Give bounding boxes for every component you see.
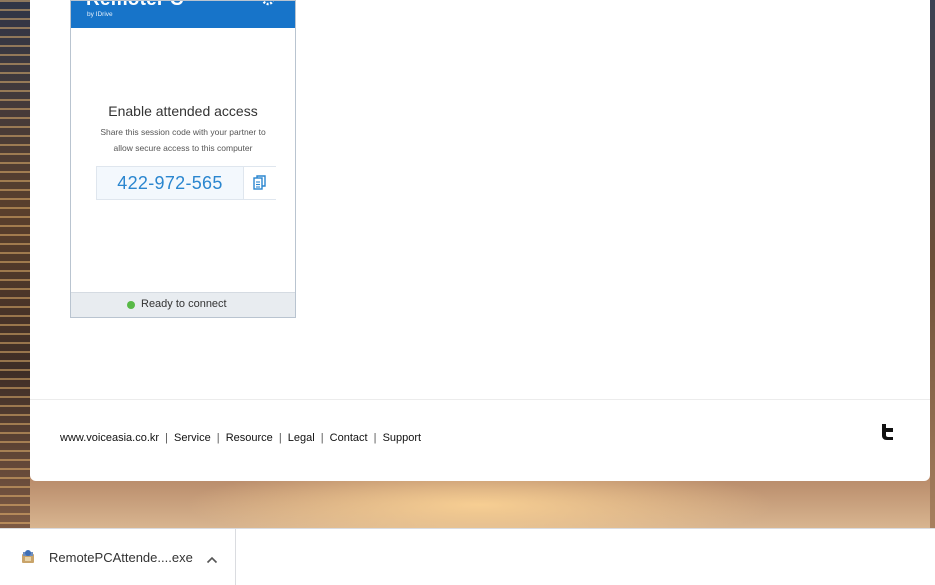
gear-icon[interactable]: [261, 1, 285, 9]
brand-logo-text: RemotePC: [86, 1, 184, 11]
session-code-box: 422-972-565: [96, 166, 277, 200]
footer-separator: |: [320, 432, 324, 444]
chevron-up-icon[interactable]: [206, 552, 218, 564]
status-text: Ready to connect: [141, 298, 227, 310]
footer-separator: |: [216, 432, 220, 444]
widget-header: RemotePC by IDrive: [71, 1, 295, 28]
copy-code-button[interactable]: [243, 167, 277, 199]
footer-link-legal[interactable]: Legal: [288, 432, 315, 444]
footer-separator: |: [373, 432, 377, 444]
description-line-1: Share this session code with your partne…: [100, 127, 266, 137]
download-file-name: RemotePCAttende....exe: [49, 550, 193, 565]
brand-subtitle: by IDrive: [87, 11, 113, 18]
footer-link-resource[interactable]: Resource: [226, 432, 273, 444]
footer-divider: [30, 399, 930, 400]
footer-link-contact[interactable]: Contact: [330, 432, 368, 444]
description-line-2: allow secure access to this computer: [113, 143, 253, 153]
status-indicator-icon: [127, 301, 135, 309]
installer-icon: [20, 549, 36, 565]
download-item[interactable]: RemotePCAttende....exe: [0, 529, 236, 585]
page-card: RemotePC by IDrive Enable attended acces…: [30, 0, 930, 481]
download-bar: RemotePCAttende....exe: [0, 528, 935, 585]
remotepc-widget: RemotePC by IDrive Enable attended acces…: [70, 0, 296, 318]
footer-link-service[interactable]: Service: [174, 432, 211, 444]
twitter-icon[interactable]: [880, 423, 896, 441]
footer-link-home[interactable]: www.voiceasia.co.kr: [60, 432, 159, 444]
session-code: 422-972-565: [117, 173, 223, 193]
status-bar: Ready to connect: [71, 292, 295, 317]
enable-access-title: Enable attended access: [108, 103, 258, 119]
footer-links: www.voiceasia.co.kr | Service | Resource…: [60, 432, 421, 444]
footer-link-support[interactable]: Support: [383, 432, 422, 444]
footer-separator: |: [278, 432, 282, 444]
copy-icon: [253, 175, 266, 190]
footer-separator: |: [165, 432, 168, 444]
